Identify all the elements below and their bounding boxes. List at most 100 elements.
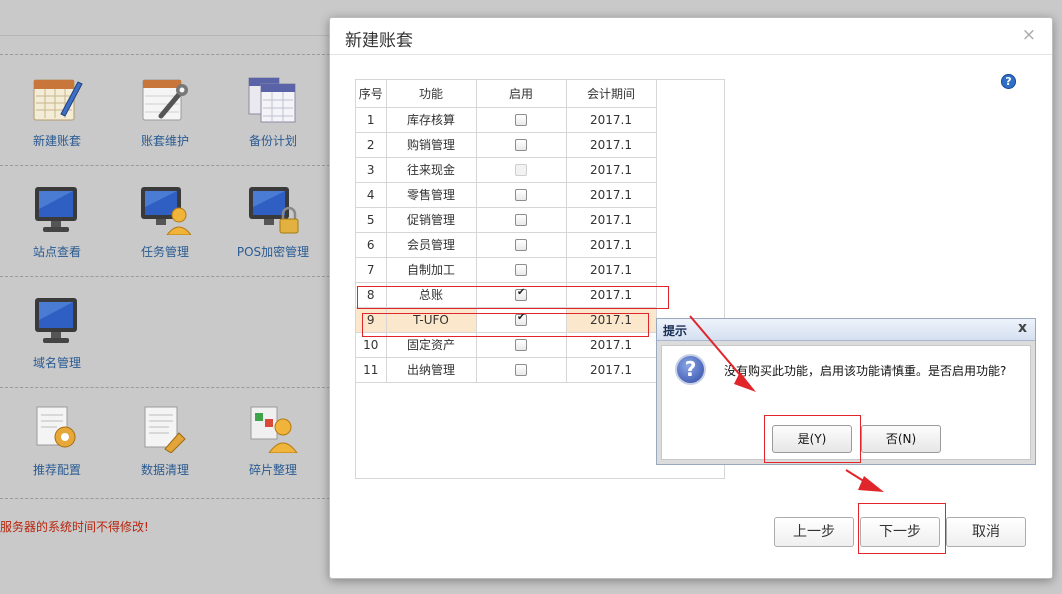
module-name: 库存核算 [385,106,477,133]
cancel-button[interactable]: 取消 [946,517,1026,547]
accounting-period: 2017.1 [565,156,657,183]
enable-checkbox[interactable] [515,139,527,151]
column-header: 启用 [475,80,567,108]
divider [0,165,330,166]
document-edit-icon [144,406,186,453]
tool-new-ledger[interactable]: 新建账套 [7,74,107,149]
tool-task-management[interactable]: 任务管理 [115,185,215,260]
module-name: 促销管理 [385,206,477,233]
enable-checkbox[interactable] [515,239,527,251]
accounting-period: 2017.1 [565,181,657,208]
column-header: 会计期间 [565,80,657,108]
accounting-period: 2017.1 [565,256,657,283]
table-row: 6 会员管理 2017.1 [356,231,657,258]
row-number: 5 [356,206,387,233]
tool-label: 任务管理 [140,245,189,259]
accounting-period: 2017.1 [565,231,657,258]
system-time-warning: 服务器的系统时间不得修改! [0,520,149,534]
ledger-calendar-icon [33,79,83,121]
tool-domain-management[interactable]: 域名管理 [7,296,107,371]
enable-cell [475,181,567,208]
dialog-header: 新建账套 × [330,18,1052,55]
module-name: 会员管理 [385,231,477,258]
backup-calendar-icon [248,77,296,123]
tool-label: 推荐配置 [32,463,81,477]
popup-title: 提示 [663,324,688,338]
module-name: 自制加工 [385,256,477,283]
table-row: 3 往来现金 2017.1 [356,156,657,183]
row-number: 2 [356,131,387,158]
enable-cell [475,356,567,383]
tool-label: 站点查看 [32,245,81,259]
tool-label: 碎片整理 [248,463,297,477]
table-row: 5 促销管理 2017.1 [356,206,657,233]
tool-label: POS加密管理 [236,245,310,259]
document-gear-icon [36,406,76,448]
top-bar [0,0,330,36]
enable-checkbox[interactable] [515,364,527,376]
popup-header: 提示 x [657,319,1035,341]
enable-cell [475,131,567,158]
enable-checkbox[interactable] [515,339,527,351]
tool-pos-encryption[interactable]: POS加密管理 [223,185,323,260]
question-icon: ? [675,354,706,385]
tool-site-view[interactable]: 站点查看 [7,185,107,260]
enable-checkbox[interactable] [515,189,527,201]
row-number: 4 [356,181,387,208]
accounting-period: 2017.1 [565,131,657,158]
monitor-lock-icon [249,187,299,234]
enable-checkbox[interactable] [515,114,527,126]
annotation-box [858,503,946,554]
enable-cell [475,256,567,283]
tool-label: 域名管理 [32,356,81,370]
enable-cell [475,106,567,133]
row-number: 3 [356,156,387,183]
dialog-title: 新建账套 [345,31,413,51]
module-table: 序号 功能 启用 会计期间 1 库存核算 2017.1 2 购销管理 2017.1 3 往来现… [356,80,657,383]
accounting-period: 2017.1 [565,106,657,133]
module-name: 零售管理 [385,181,477,208]
close-icon[interactable]: × [1022,25,1036,45]
divider [0,498,330,499]
monitor-user-icon [141,187,191,235]
tool-recommended-config[interactable]: 推荐配置 [7,403,107,478]
tool-defragment[interactable]: 碎片整理 [223,403,323,478]
table-header-row: 序号 功能 启用 会计期间 [356,80,657,108]
divider [0,54,330,55]
tool-backup-plan[interactable]: 备份计划 [223,74,323,149]
table-row: 2 购销管理 2017.1 [356,131,657,158]
annotation-box [362,313,649,337]
row-number: 11 [356,356,387,383]
enable-checkbox [515,164,527,176]
tool-label: 新建账套 [32,134,81,148]
module-name: 出纳管理 [385,356,477,383]
accounting-period: 2017.1 [565,356,657,383]
column-header: 序号 [356,80,387,108]
table-row: 4 零售管理 2017.1 [356,181,657,208]
tool-label: 账套维护 [140,134,189,148]
enable-checkbox[interactable] [515,264,527,276]
popup-message: 没有购买此功能，启用该功能请慎重。是否启用功能? [724,364,1007,378]
tool-ledger-maintenance[interactable]: 账套维护 [115,74,215,149]
module-name: 往来现金 [385,156,477,183]
help-icon[interactable]: ? [1001,74,1016,89]
close-icon[interactable]: x [1018,320,1027,336]
monitor-icon [35,298,77,343]
user-puzzle-icon [250,406,298,453]
enable-checkbox[interactable] [515,214,527,226]
annotation-box [357,286,669,309]
row-number: 6 [356,231,387,258]
divider [0,276,330,277]
enable-cell [475,231,567,258]
divider [0,387,330,388]
enable-cell [475,156,567,183]
tool-label: 数据清理 [140,463,189,477]
no-button[interactable]: 否(N) [861,425,941,453]
table-row: 1 库存核算 2017.1 [356,106,657,133]
monitor-icon [35,187,77,232]
column-header: 功能 [385,80,477,108]
tool-data-cleanup[interactable]: 数据清理 [115,403,215,478]
enable-cell [475,206,567,233]
previous-step-button[interactable]: 上一步 [774,517,854,547]
accounting-period: 2017.1 [565,206,657,233]
